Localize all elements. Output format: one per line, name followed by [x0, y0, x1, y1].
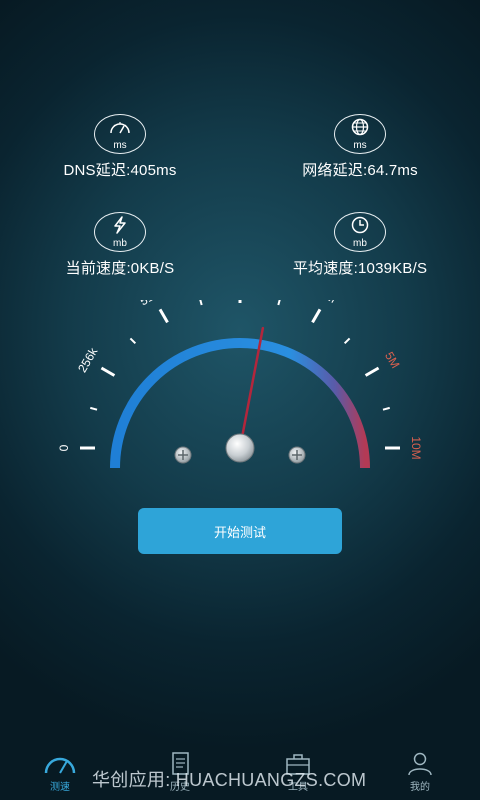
lightning-icon [114, 216, 126, 234]
gauge-minor-tick [277, 300, 281, 306]
average-speed-badge: mb [334, 212, 386, 252]
gauge-major-tick [100, 366, 116, 377]
gauge-tick-label: 3M [317, 300, 338, 306]
globe-icon [351, 118, 369, 136]
tab-profile-label: 我的 [410, 782, 430, 793]
tab-profile[interactable]: 我的 [390, 752, 450, 793]
gauge-minor-tick [199, 300, 203, 306]
gauge-tick-label: 256k [75, 344, 101, 374]
dns-latency-stat: ms DNS延迟:405ms [20, 114, 220, 180]
gauge-minor-tick [382, 406, 390, 411]
left-screw-icon [174, 446, 192, 464]
average-speed-label: 平均速度:1039KB/S [292, 260, 428, 277]
gauge-minor-tick [129, 337, 137, 345]
dns-unit: ms [113, 140, 127, 151]
current-speed-unit: mb [113, 238, 127, 249]
tab-speedtest-label: 测速 [50, 782, 70, 793]
gauge-major-tick [364, 366, 380, 377]
dns-icon-badge: ms [94, 114, 146, 154]
tab-speedtest[interactable]: 测速 [30, 752, 90, 793]
speed-gauge: 0256k512k1M3M5M10M [57, 300, 423, 469]
gauge-major-tick [158, 308, 169, 324]
network-latency-label: 网络延迟:64.7ms [302, 162, 418, 179]
gauge-knob [225, 433, 255, 463]
dns-latency-label: DNS延迟:405ms [63, 162, 177, 179]
average-speed-unit: mb [353, 238, 367, 249]
network-latency-stat: ms 网络延迟:64.7ms [260, 114, 460, 180]
speedometer-icon [44, 757, 76, 774]
speedometer-icon [110, 122, 130, 134]
current-speed-label: 当前速度:0KB/S [65, 260, 175, 277]
gauge-tick-label: 512k [137, 300, 167, 308]
user-icon [408, 752, 432, 776]
start-test-button[interactable]: 开始测试 [138, 508, 342, 554]
current-speed-badge: mb [94, 212, 146, 252]
clock-icon [351, 216, 369, 234]
gauge-tick-label: 0 [57, 444, 71, 451]
current-speed-stat: mb 当前速度:0KB/S [20, 212, 220, 278]
right-screw-icon [288, 446, 306, 464]
gauge-minor-tick [90, 406, 98, 411]
network-unit: ms [353, 140, 367, 151]
watermark-text: 华创应用: HUACHUANGZS.COM [92, 770, 367, 790]
network-icon-badge: ms [334, 114, 386, 154]
gauge-major-tick [311, 308, 322, 324]
gauge-tick-label: 10M [409, 436, 423, 459]
gauge-tick-label: 5M [382, 349, 402, 370]
average-speed-stat: mb 平均速度:1039KB/S [260, 212, 460, 278]
gauge-minor-tick [343, 337, 351, 345]
